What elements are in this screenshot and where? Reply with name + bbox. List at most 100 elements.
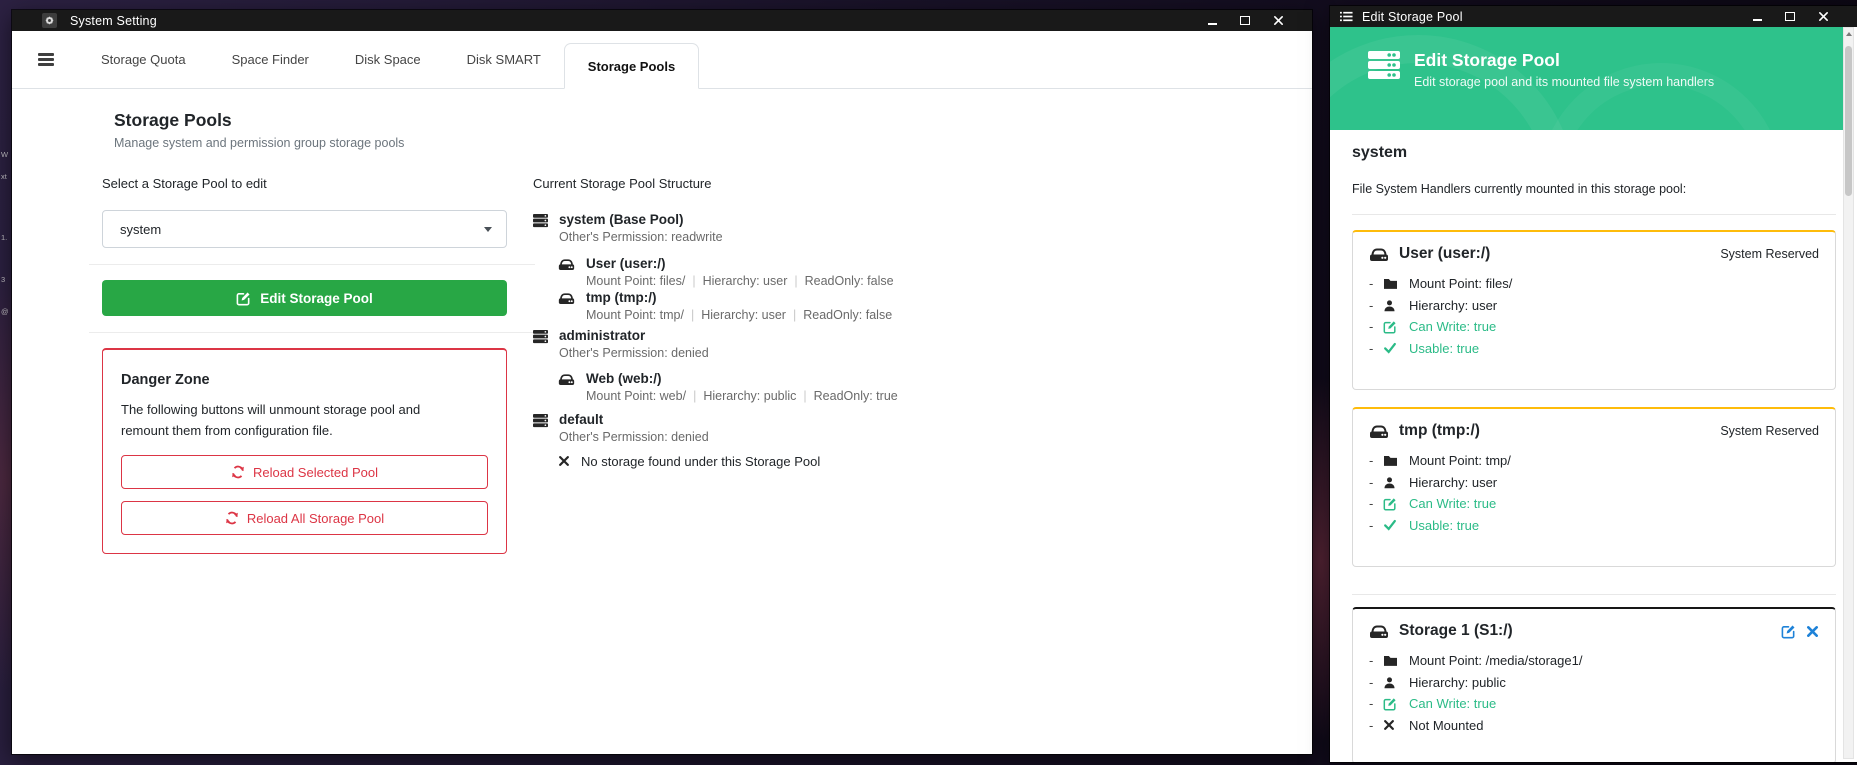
- gear-icon: [42, 13, 57, 28]
- reload-selected-pool-label: Reload Selected Pool: [253, 465, 378, 480]
- desktop-icon-label-fragment: W: [1, 150, 8, 159]
- check-icon: [1383, 518, 1400, 532]
- list-icon: [1340, 10, 1353, 23]
- tab-space-finder[interactable]: Space Finder: [209, 31, 332, 88]
- pool-name: default: [559, 411, 709, 428]
- user-icon: [1383, 299, 1400, 312]
- system-setting-titlebar[interactable]: System Setting: [12, 10, 1312, 31]
- handler-name: Storage 1 (S1:/): [1399, 622, 1513, 640]
- banner-title: Edit Storage Pool: [1414, 49, 1714, 71]
- tab-disk-smart[interactable]: Disk SMART: [444, 31, 564, 88]
- pool-permission: Other's Permission: readwrite: [559, 229, 723, 245]
- storage-name: tmp (tmp:/): [586, 289, 892, 306]
- folder-icon: [1383, 277, 1400, 290]
- tab-disk-space[interactable]: Disk Space: [332, 31, 444, 88]
- window-title: System Setting: [70, 14, 157, 28]
- edit-pool-titlebar[interactable]: Edit Storage Pool: [1330, 6, 1857, 27]
- divider: [89, 264, 535, 265]
- edit-handler-icon[interactable]: [1781, 624, 1796, 639]
- pool-permission: Other's Permission: denied: [559, 429, 709, 445]
- edited-pool-name: system: [1352, 144, 1407, 162]
- edit-icon: [1383, 697, 1400, 711]
- danger-zone-title: Danger Zone: [121, 372, 488, 388]
- x-icon: [1383, 719, 1400, 731]
- storage-details: Mount Point: web/|Hierarchy: public|Read…: [586, 388, 898, 404]
- handler-hierarchy: -Hierarchy: public: [1369, 672, 1819, 694]
- reload-all-pool-button[interactable]: Reload All Storage Pool: [121, 501, 488, 535]
- reload-all-pool-label: Reload All Storage Pool: [247, 511, 384, 526]
- server-icon: [533, 213, 548, 228]
- close-icon[interactable]: [1266, 13, 1290, 28]
- danger-zone-description: The following buttons will unmount stora…: [121, 399, 488, 420]
- storage-details: Mount Point: files/|Hierarchy: user|Read…: [586, 273, 894, 289]
- reload-selected-pool-button[interactable]: Reload Selected Pool: [121, 455, 488, 489]
- tab-storage-quota[interactable]: Storage Quota: [78, 31, 209, 88]
- handler-hierarchy: -Hierarchy: user: [1369, 295, 1819, 317]
- hdd-icon: [1369, 423, 1389, 439]
- page-subtitle: Manage system and permission group stora…: [114, 136, 404, 150]
- hdd-icon: [558, 291, 575, 305]
- edit-storage-pool-window: Edit Storage Pool Edit Storage Pool Edit…: [1330, 6, 1857, 762]
- danger-zone-card: Danger Zone The following buttons will u…: [102, 348, 507, 554]
- pool-row: default Other's Permission: denied: [533, 411, 709, 445]
- handler-card-storage1: Storage 1 (S1:/) -Mount Point: /media/st…: [1352, 607, 1836, 762]
- handler-hierarchy: -Hierarchy: user: [1369, 472, 1819, 494]
- handlers-description: File System Handlers currently mounted i…: [1352, 182, 1686, 196]
- selected-pool-value: system: [120, 222, 161, 237]
- server-icon: [1368, 49, 1400, 90]
- x-icon: [558, 455, 570, 467]
- divider: [1352, 214, 1836, 215]
- handler-usable: -Usable: true: [1369, 338, 1819, 360]
- refresh-icon: [231, 465, 245, 479]
- hdd-icon: [1369, 623, 1389, 639]
- handler-mount-point: -Mount Point: files/: [1369, 273, 1819, 295]
- edit-storage-pool-label: Edit Storage Pool: [260, 291, 373, 306]
- scrollbar[interactable]: [1843, 27, 1854, 759]
- edit-storage-pool-button[interactable]: Edit Storage Pool: [102, 280, 507, 316]
- system-reserved-badge: System Reserved: [1720, 424, 1819, 438]
- storage-details: Mount Point: tmp/|Hierarchy: user|ReadOn…: [586, 307, 892, 323]
- divider: [1352, 594, 1836, 595]
- danger-zone-description: remount them from configuration file.: [121, 420, 488, 441]
- empty-pool-row: No storage found under this Storage Pool: [558, 453, 820, 470]
- minimize-icon[interactable]: [1745, 9, 1769, 24]
- storage-row: User (user:/) Mount Point: files/|Hierar…: [558, 255, 894, 289]
- tab-storage-pools[interactable]: Storage Pools: [564, 43, 699, 89]
- handler-can-write: -Can Write: true: [1369, 693, 1819, 715]
- maximize-icon[interactable]: [1778, 9, 1802, 24]
- edit-icon: [1383, 497, 1400, 511]
- remove-handler-icon[interactable]: [1806, 625, 1819, 638]
- desktop-icon-label-fragment: 1.: [1, 233, 7, 242]
- pool-row: administrator Other's Permission: denied: [533, 327, 709, 361]
- hdd-icon: [558, 257, 575, 271]
- server-icon: [533, 413, 548, 428]
- maximize-icon[interactable]: [1233, 13, 1257, 28]
- storage-name: Web (web:/): [586, 370, 898, 387]
- storage-name: User (user:/): [586, 255, 894, 272]
- edit-icon: [236, 291, 251, 306]
- storage-pool-select[interactable]: system: [102, 210, 507, 248]
- refresh-icon: [225, 511, 239, 525]
- tab-bar: Storage Quota Space Finder Disk Space Di…: [12, 31, 1312, 89]
- scrollbar-thumb[interactable]: [1845, 46, 1852, 196]
- user-icon: [1383, 476, 1400, 489]
- edit-pool-banner: Edit Storage Pool Edit storage pool and …: [1330, 27, 1843, 130]
- folder-icon: [1383, 654, 1400, 667]
- handler-not-mounted: -Not Mounted: [1369, 715, 1819, 737]
- desktop-icon-label-fragment: @: [1, 307, 9, 316]
- close-icon[interactable]: [1811, 9, 1835, 24]
- handler-can-write: -Can Write: true: [1369, 493, 1819, 515]
- banner-subtitle: Edit storage pool and its mounted file s…: [1414, 74, 1714, 90]
- storage-row: tmp (tmp:/) Mount Point: tmp/|Hierarchy:…: [558, 289, 892, 323]
- pool-name: system (Base Pool): [559, 211, 723, 228]
- menu-icon[interactable]: [38, 53, 54, 65]
- minimize-icon[interactable]: [1200, 13, 1224, 28]
- handler-card-user: User (user:/) System Reserved -Mount Poi…: [1352, 230, 1836, 390]
- scroll-up-icon[interactable]: [1844, 28, 1853, 40]
- handler-name: tmp (tmp:/): [1399, 422, 1480, 440]
- desktop-icon-label-fragment: 3: [1, 275, 5, 284]
- handler-mount-point: -Mount Point: tmp/: [1369, 450, 1819, 472]
- handler-mount-point: -Mount Point: /media/storage1/: [1369, 650, 1819, 672]
- chevron-down-icon: [484, 227, 492, 232]
- pool-name: administrator: [559, 327, 709, 344]
